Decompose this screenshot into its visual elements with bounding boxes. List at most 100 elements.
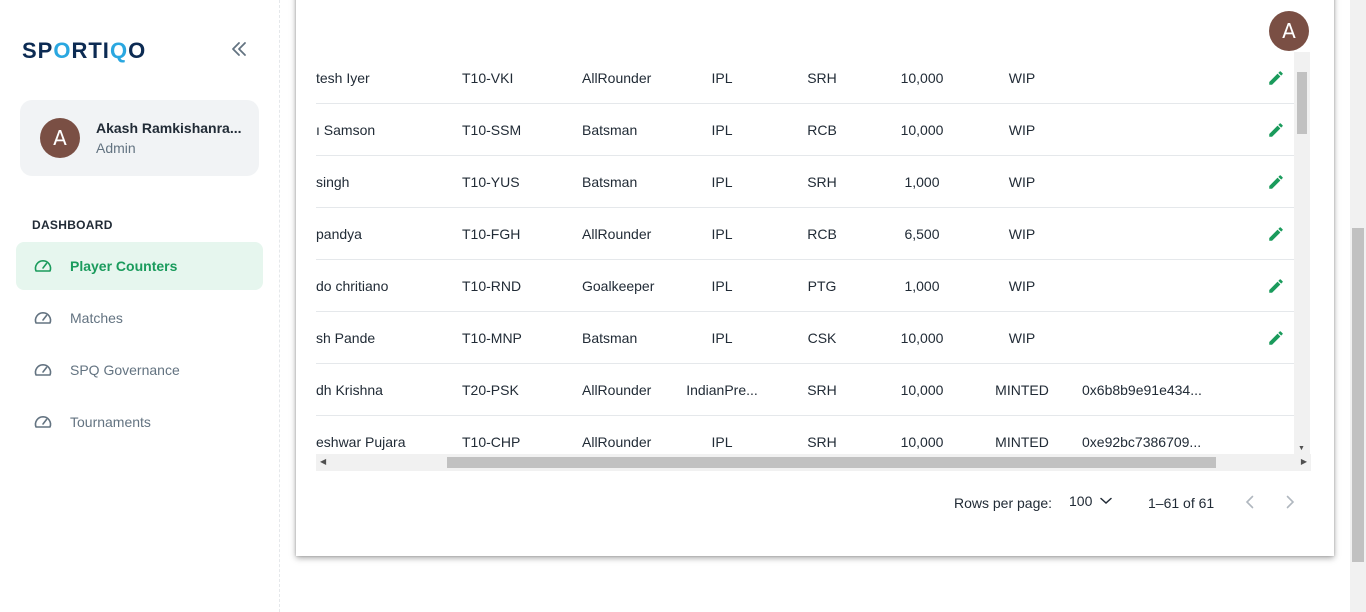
table-row[interactable]: eshwar Pujara T10-CHP AllRounder IPL SRH… [316,416,1294,456]
edit-button[interactable] [1264,260,1288,312]
cell-code: T10-YUS [462,174,520,190]
cell-name: eshwar Pujara [316,434,406,450]
cell-code: T20-PSK [462,382,519,398]
account-avatar-button[interactable]: A [1269,11,1309,51]
cell-value: 10,000 [900,434,944,450]
cell-code: T10-FGH [462,226,521,242]
cell-team: SRH [807,174,837,190]
previous-page-button[interactable] [1240,492,1260,512]
table-header-faded [316,0,1296,52]
cell-hash [1082,52,1216,104]
table-row[interactable]: sh Pande T10-MNP Batsman IPL CSK 10,000 … [316,312,1294,364]
cell-role: Batsman [582,330,638,346]
edit-button[interactable] [1264,104,1288,156]
nav-item-label: SPQ Governance [70,362,180,378]
nav-item-label: Player Counters [70,258,178,274]
cell-value: 6,500 [904,226,940,242]
scrollbar-thumb[interactable] [1352,228,1364,562]
double-chevron-left-icon [232,42,246,56]
sportiqo-logo[interactable]: SP O RTI Q O [22,38,146,64]
table-row[interactable]: pandya T10-FGH AllRounder IPL RCB 6,500 … [316,208,1294,260]
cell-role: AllRounder [582,382,652,398]
nav-menu: Player Counters Matches SPQ Governance T… [16,242,263,450]
cell-team: SRH [807,434,837,450]
cell-status: WIP [1008,226,1036,242]
table-row[interactable]: ı Samson T10-SSM Batsman IPL RCB 10,000 … [316,104,1294,156]
cell-league: IPL [711,330,733,346]
scroll-left-arrow-icon[interactable]: ◀ [320,457,326,466]
scroll-down-arrow-icon[interactable]: ▼ [1298,445,1305,452]
cell-value: 10,000 [900,330,944,346]
user-info: Akash Ramkishanra... Admin [96,120,242,156]
avatar: A [40,118,80,158]
edit-button[interactable] [1264,312,1288,364]
cell-team: PTG [807,278,837,294]
cell-role: Batsman [582,122,638,138]
table-row[interactable]: singh T10-YUS Batsman IPL SRH 1,000 WIP [316,156,1294,208]
collapse-sidebar-button[interactable] [228,38,250,60]
cell-status: WIP [1008,278,1036,294]
players-table: tesh Iyer T10-VKI AllRounder IPL SRH 10,… [316,52,1294,456]
nav-item-label: Matches [70,310,123,326]
next-page-button[interactable] [1280,492,1300,512]
pagination-range: 1–61 of 61 [1148,495,1215,511]
cell-league: IPL [711,434,733,450]
cell-role: AllRounder [582,70,652,86]
pencil-icon [1269,227,1283,241]
cell-value: 1,000 [904,278,940,294]
speedometer-icon [32,255,54,277]
cell-code: T10-SSM [462,122,522,138]
cell-role: Batsman [582,174,638,190]
nav-item-tournaments[interactable]: Tournaments [16,398,263,446]
table-vertical-scrollbar[interactable]: ▼ [1294,52,1310,454]
edit-button[interactable] [1264,208,1288,260]
table-row[interactable]: tesh Iyer T10-VKI AllRounder IPL SRH 10,… [316,52,1294,104]
pencil-icon [1269,331,1283,345]
cell-name: pandya [316,226,362,242]
nav-section-title: DASHBOARD [32,218,113,232]
chevron-down-icon [1100,497,1113,505]
logo-text-accent-2: Q [109,38,129,63]
user-name: Akash Ramkishanra... [96,120,242,136]
speedometer-icon [32,359,54,381]
table-horizontal-scrollbar[interactable]: ◀ ▶ [316,454,1311,471]
cell-team: RCB [807,226,837,242]
cell-league: IPL [711,278,733,294]
cell-hash [1082,312,1216,364]
cell-league: IndianPre... [686,382,758,398]
edit-button[interactable] [1264,52,1288,104]
user-card[interactable]: A Akash Ramkishanra... Admin [20,100,259,176]
players-table-card: tesh Iyer T10-VKI AllRounder IPL SRH 10,… [296,0,1334,556]
page-vertical-scrollbar[interactable] [1350,0,1366,612]
scroll-right-arrow-icon[interactable]: ▶ [1301,457,1307,466]
cell-role: AllRounder [582,434,652,450]
pencil-icon [1269,123,1283,137]
cell-status: WIP [1008,174,1036,190]
logo-text-3: O [128,38,147,63]
cell-status: WIP [1008,70,1036,86]
nav-item-matches[interactable]: Matches [16,294,263,342]
edit-button[interactable] [1264,156,1288,208]
nav-item-player-counters[interactable]: Player Counters [16,242,263,290]
cell-value: 10,000 [900,382,944,398]
speedometer-icon [32,307,54,329]
cell-hash: 0xe92bc7386709... [1082,434,1202,450]
cell-status: MINTED [995,434,1049,450]
cell-name: sh Pande [316,330,376,346]
main-content: tesh Iyer T10-VKI AllRounder IPL SRH 10,… [280,0,1350,612]
user-role: Admin [96,140,136,156]
cell-league: IPL [711,70,733,86]
rows-per-page-value: 100 [1069,493,1093,509]
cell-name: dh Krishna [316,382,383,398]
cell-team: SRH [807,382,837,398]
scrollbar-thumb[interactable] [447,457,1216,468]
pencil-icon [1269,71,1283,85]
nav-item-spq-governance[interactable]: SPQ Governance [16,346,263,394]
sidebar: SP O RTI Q O A Akash Ramkishanra... Admin DA… [0,0,280,612]
cell-code: T10-VKI [462,70,514,86]
rows-per-page-select[interactable]: 100 [1069,493,1113,509]
scrollbar-thumb[interactable] [1297,72,1307,134]
table-row[interactable]: dh Krishna T20-PSK AllRounder IndianPre.… [316,364,1294,416]
table-row[interactable]: do chritiano T10-RND Goalkeeper IPL PTG … [316,260,1294,312]
cell-code: T10-RND [462,278,522,294]
